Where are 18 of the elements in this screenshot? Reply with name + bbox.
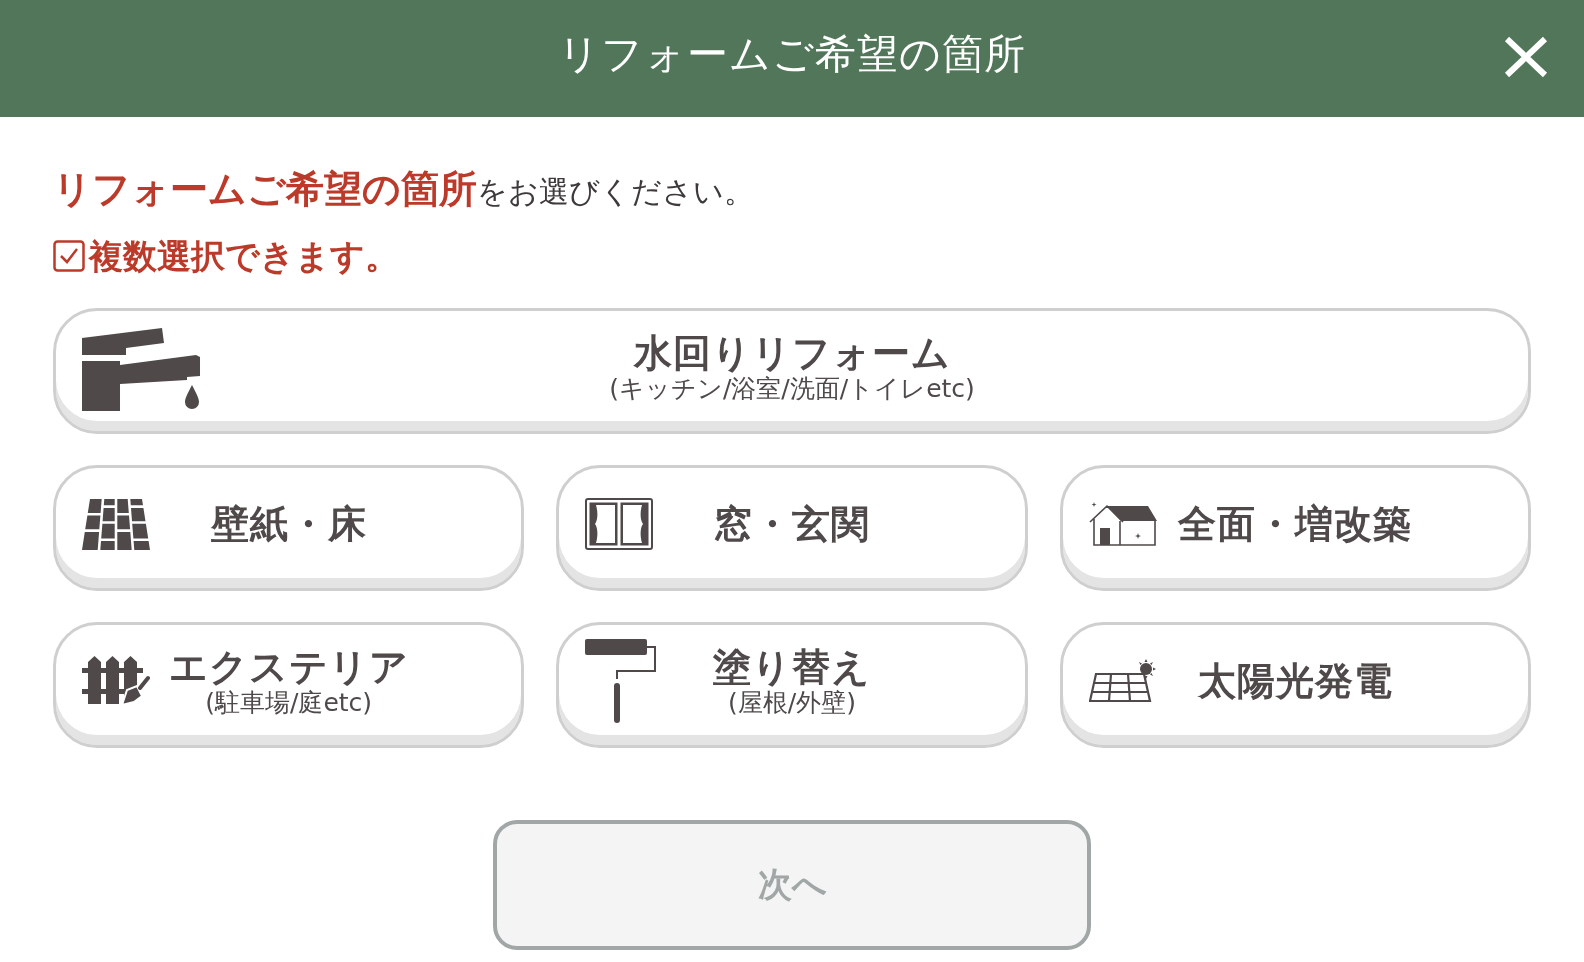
window-icon	[585, 498, 654, 550]
checked-box-icon	[53, 240, 85, 272]
option-card[interactable]: 太陽光発電	[1059, 622, 1531, 748]
header-title: リフォームご希望の箇所	[558, 29, 1026, 80]
solar-panel-icon	[1088, 659, 1157, 703]
option-card[interactable]: 壁紙・床	[53, 465, 525, 591]
option-card[interactable]: 全面・増改築	[1059, 465, 1531, 591]
option-card[interactable]: 塗り替え (屋根/外壁)	[556, 622, 1028, 748]
floor-tiles-icon	[82, 498, 150, 550]
option-card[interactable]: 窓・玄関	[556, 465, 1028, 591]
close-icon	[1504, 35, 1548, 78]
option-card[interactable]: 水回りリフォーム (キッチン/浴室/洗面/トイレetc)	[53, 308, 1531, 434]
multi-select-note: 複数選択できます。	[89, 235, 399, 278]
paint-roller-icon	[585, 639, 658, 723]
instruction-text: リフォームご希望の箇所をお選びください。	[53, 166, 755, 213]
house-icon	[1088, 502, 1157, 546]
option-card[interactable]: エクステリア (駐車場/庭etc)	[53, 622, 525, 748]
fence-trowel-icon	[82, 656, 150, 706]
